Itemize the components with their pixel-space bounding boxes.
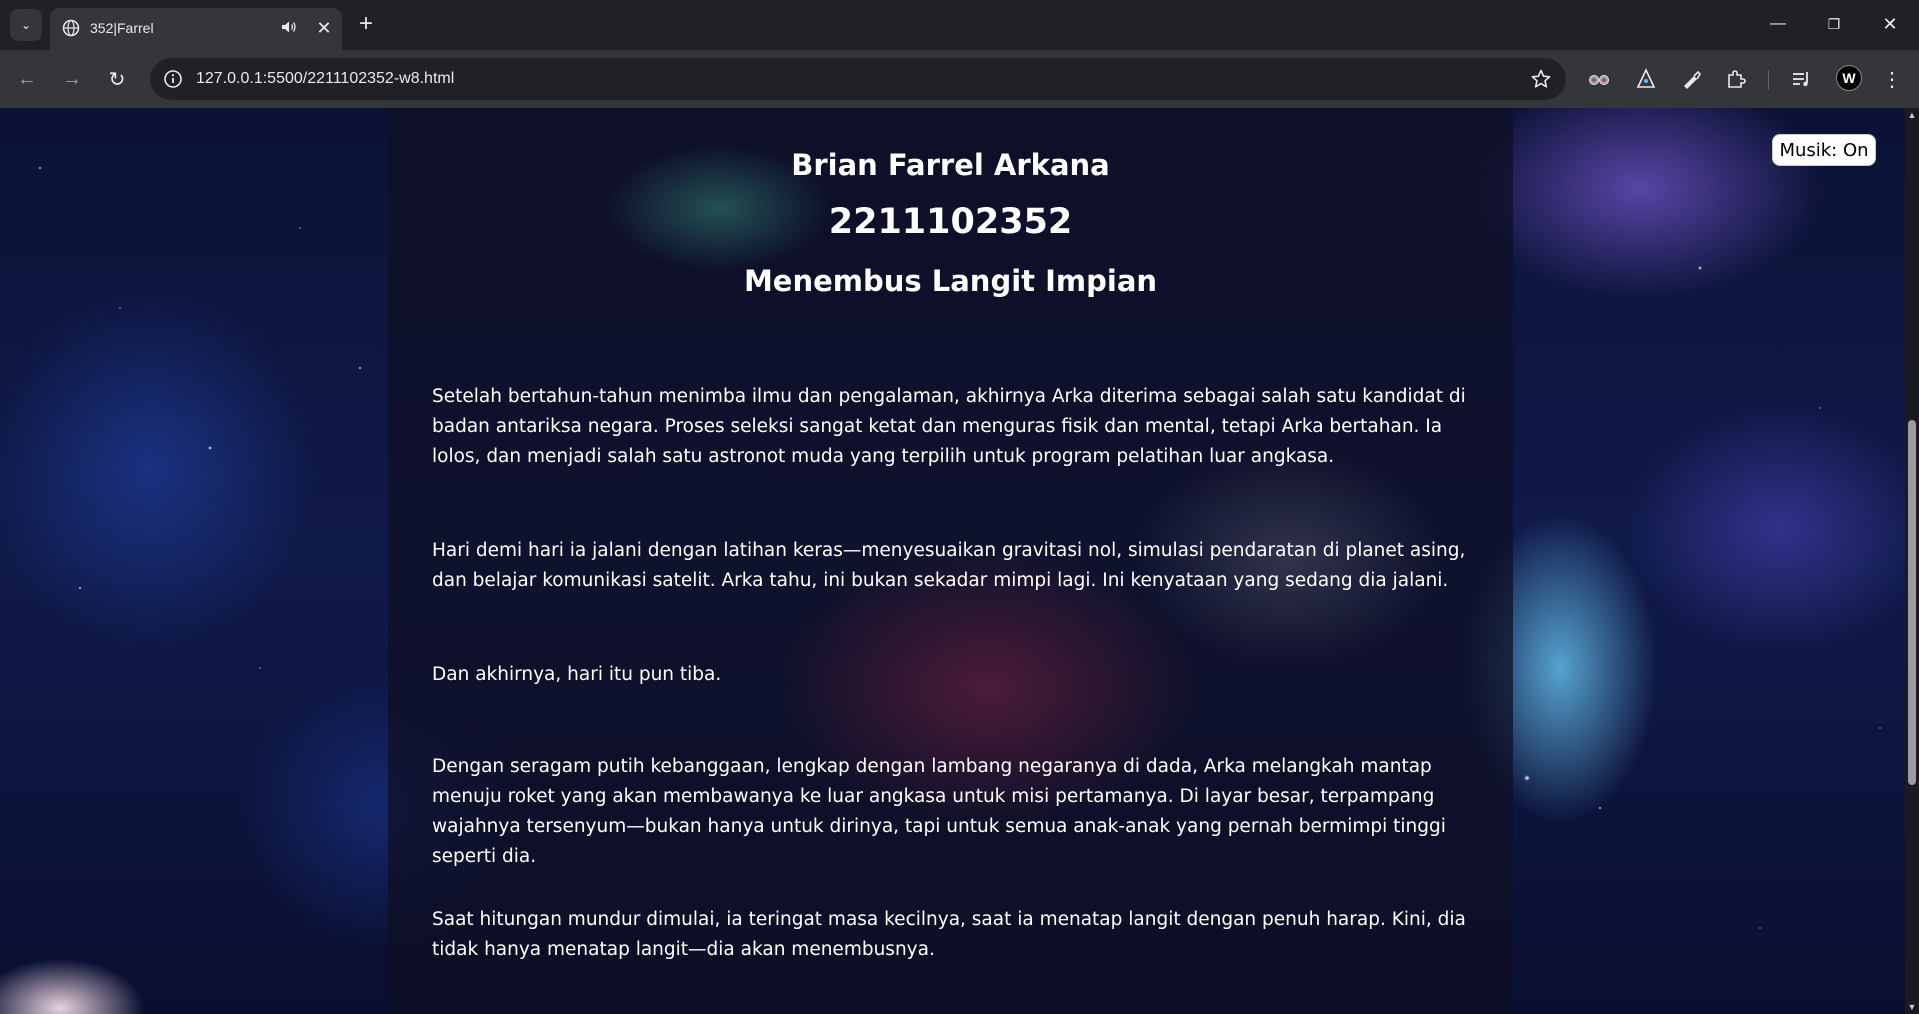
browser-toolbar: ← → ↻ 127.0.0.1:5500/2211102352-w8.html … bbox=[0, 50, 1919, 108]
profile-avatar[interactable]: W bbox=[1836, 65, 1862, 91]
globe-icon bbox=[62, 19, 80, 37]
author-name: Brian Farrel Arkana bbox=[791, 148, 1110, 182]
close-window-button[interactable]: ✕ bbox=[1870, 8, 1910, 40]
address-bar[interactable]: 127.0.0.1:5500/2211102352-w8.html bbox=[150, 58, 1566, 100]
url-text[interactable]: 127.0.0.1:5500/2211102352-w8.html bbox=[196, 70, 454, 88]
story-paragraph: Dan akhirnya, hari itu pun tiba. bbox=[432, 664, 722, 685]
extensions-puzzle-icon[interactable] bbox=[1722, 65, 1750, 93]
new-tab-button[interactable]: + bbox=[352, 10, 380, 38]
tab-search-button[interactable]: ⌄ bbox=[10, 9, 42, 41]
story-paragraph: Setelah bertahun-tahun menimba ilmu dan … bbox=[432, 386, 1466, 467]
story-paragraph: Saat hitungan mundur dimulai, ia teringa… bbox=[432, 909, 1466, 960]
story-paragraph: Hari demi hari ia jalani dengan latihan … bbox=[432, 540, 1466, 591]
story-paragraph: Dengan seragam putih kebanggaan, lengkap… bbox=[432, 756, 1446, 867]
tab-strip: ⌄ 352|Farrel ✕ + — ❐ ✕ bbox=[0, 0, 1919, 50]
extension-translate-icon[interactable] bbox=[1632, 65, 1660, 93]
speaker-icon[interactable] bbox=[280, 18, 298, 36]
story-container: Brian Farrel Arkana 2211102352 Menembus … bbox=[388, 108, 1513, 1014]
page-viewport: Brian Farrel Arkana 2211102352 Menembus … bbox=[0, 108, 1905, 1014]
reload-button[interactable]: ↻ bbox=[101, 63, 133, 95]
student-id: 2211102352 bbox=[828, 202, 1073, 242]
bookmark-star-icon[interactable] bbox=[1530, 68, 1552, 90]
media-control-icon[interactable] bbox=[1787, 65, 1815, 93]
browser-tab[interactable]: 352|Farrel ✕ bbox=[50, 8, 342, 50]
forward-button[interactable]: → bbox=[56, 63, 88, 95]
extension-glasses-icon[interactable] bbox=[1585, 65, 1613, 93]
scroll-up-icon[interactable]: ▲ bbox=[1907, 110, 1917, 120]
scrollbar-thumb[interactable] bbox=[1908, 420, 1916, 785]
story-title: Menembus Langit Impian bbox=[743, 264, 1158, 298]
toolbar-divider bbox=[1768, 70, 1769, 90]
restore-button[interactable]: ❐ bbox=[1814, 8, 1854, 40]
site-info-icon[interactable] bbox=[162, 68, 184, 90]
music-toggle-button[interactable]: Musik: On bbox=[1772, 134, 1876, 166]
extension-brush-icon[interactable] bbox=[1677, 65, 1705, 93]
scroll-down-icon[interactable]: ▼ bbox=[1907, 1002, 1917, 1012]
page-scrollbar[interactable]: ▲ ▼ bbox=[1905, 108, 1919, 1014]
browser-menu-icon[interactable]: ⋮ bbox=[1878, 65, 1906, 93]
back-button[interactable]: ← bbox=[11, 63, 43, 95]
minimize-button[interactable]: — bbox=[1758, 8, 1798, 40]
close-tab-icon[interactable]: ✕ bbox=[312, 16, 336, 40]
chevron-down-icon: ⌄ bbox=[20, 18, 32, 32]
tab-title: 352|Farrel bbox=[90, 20, 154, 36]
